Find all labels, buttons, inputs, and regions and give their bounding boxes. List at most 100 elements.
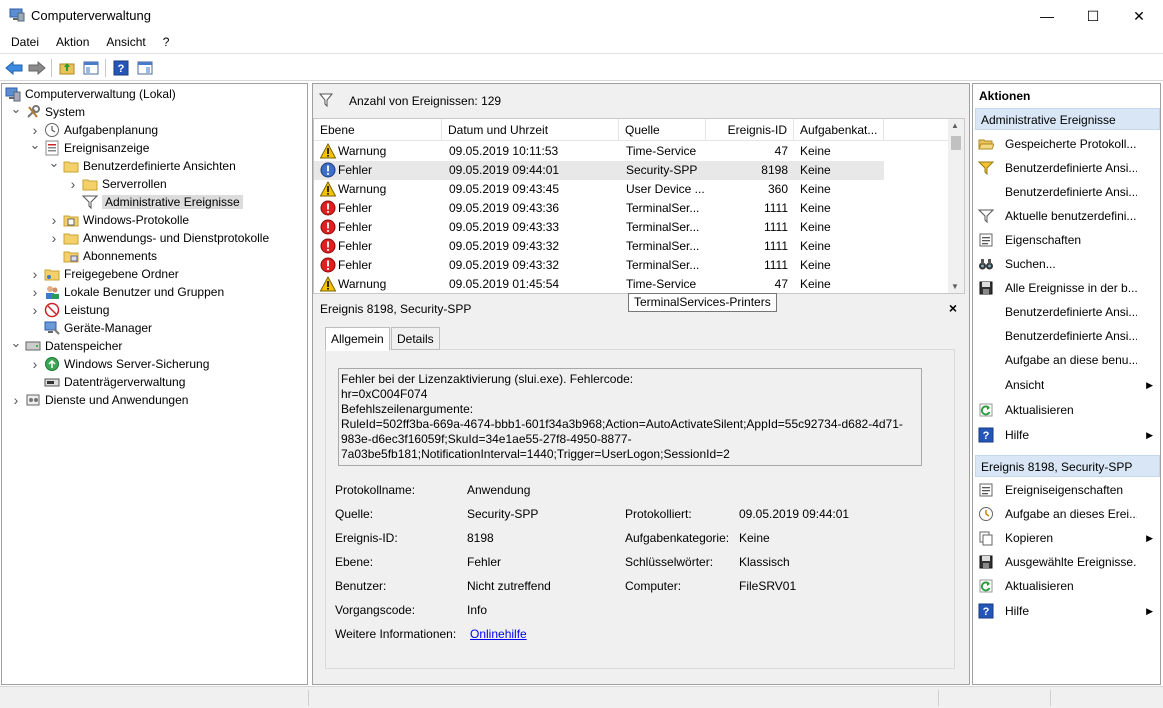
- event-list-scrollbar[interactable]: ▲ ▼: [948, 119, 964, 293]
- tree-item[interactable]: › Windows-Protokolle: [47, 211, 189, 229]
- action-item[interactable]: Alle Ereignisse in der b...: [977, 277, 1159, 299]
- tree-item[interactable]: Datenträgerverwaltung: [28, 373, 185, 391]
- collapsed-chevron-icon[interactable]: ›: [47, 230, 61, 246]
- table-row[interactable]: Fehler 09.05.2019 09:43:32 TerminalSer... 1…: [314, 237, 884, 256]
- event-list[interactable]: Ebene Datum und Uhrzeit Quelle Ereignis-…: [313, 118, 965, 294]
- column-ereignis-id[interactable]: Ereignis-ID: [706, 119, 794, 141]
- tree-item[interactable]: › Windows Server-Sicherung: [28, 355, 210, 373]
- expanded-chevron-icon[interactable]: ⌄: [9, 101, 23, 116]
- actions-section-event[interactable]: Ereignis 8198, Security-SPP: [975, 455, 1160, 477]
- tree-item[interactable]: › Aufgabenplanung: [28, 121, 158, 139]
- close-window-button[interactable]: ✕: [1116, 0, 1162, 32]
- collapsed-chevron-icon[interactable]: ›: [28, 302, 42, 318]
- tree-item[interactable]: › Freigegebene Ordner: [28, 265, 179, 283]
- menu-datei[interactable]: Datei: [0, 32, 47, 53]
- value-vorgangscode: Info: [467, 603, 488, 617]
- action-item[interactable]: Gespeicherte Protokoll...: [977, 133, 1159, 155]
- scroll-down-icon[interactable]: ▼: [951, 282, 959, 291]
- tree-item[interactable]: › Anwendungs- und Dienstprotokolle: [47, 229, 269, 247]
- tree-item[interactable]: › Lokale Benutzer und Gruppen: [28, 283, 224, 301]
- action-item[interactable]: Benutzerdefinierte Ansi...: [977, 157, 1159, 179]
- action-item[interactable]: ? Hilfe ▶: [977, 424, 1159, 446]
- action-item[interactable]: Benutzerdefinierte Ansi...: [977, 325, 1159, 347]
- collapsed-chevron-icon[interactable]: ›: [66, 176, 80, 192]
- action-item[interactable]: Ansicht ▶: [977, 374, 1159, 396]
- menu-help[interactable]: ?: [154, 32, 178, 53]
- value-aufgabenkategorie: Keine: [739, 531, 770, 545]
- action-item[interactable]: Aufgabe an dieses Erei...: [977, 503, 1159, 525]
- event-message[interactable]: Fehler bei der Lizenzaktivierung (slui.e…: [338, 368, 922, 466]
- show-action-pane-icon[interactable]: [135, 58, 155, 78]
- action-item[interactable]: Aktualisieren: [977, 575, 1159, 597]
- collapsed-chevron-icon[interactable]: ›: [28, 266, 42, 282]
- tree-item[interactable]: Administrative Ereignisse: [66, 193, 243, 211]
- action-item[interactable]: Suchen...: [977, 253, 1159, 275]
- column-ebene[interactable]: Ebene: [314, 119, 442, 141]
- maximize-button[interactable]: ☐: [1070, 0, 1116, 32]
- tree-item[interactable]: Computerverwaltung (Lokal): [5, 85, 176, 103]
- table-row[interactable]: Fehler 09.05.2019 09:43:32 TerminalSer... 1…: [314, 256, 884, 275]
- scroll-up-icon[interactable]: ▲: [951, 121, 959, 130]
- collapsed-chevron-icon[interactable]: ›: [28, 356, 42, 372]
- column-datum[interactable]: Datum und Uhrzeit: [442, 119, 619, 141]
- action-item-label: Benutzerdefinierte Ansi...: [1005, 329, 1137, 343]
- action-item[interactable]: Aktuelle benutzerdefini...: [977, 205, 1159, 227]
- action-item[interactable]: Benutzerdefinierte Ansi...: [977, 181, 1159, 203]
- action-item[interactable]: ? Hilfe ▶: [977, 600, 1159, 622]
- warning-icon: [319, 180, 337, 197]
- forward-icon[interactable]: [27, 58, 47, 78]
- menu-ansicht[interactable]: Ansicht: [97, 32, 153, 53]
- collapsed-chevron-icon[interactable]: ›: [47, 212, 61, 228]
- column-aufgabenkategorie[interactable]: Aufgabenkat...: [794, 119, 884, 141]
- table-row[interactable]: Warnung 09.05.2019 10:11:53 Time-Service 47…: [314, 142, 884, 161]
- action-item-label: Alle Ereignisse in der b...: [1005, 281, 1137, 295]
- table-row[interactable]: Fehler 09.05.2019 09:43:33 TerminalSer... 1…: [314, 218, 884, 237]
- expanded-chevron-icon[interactable]: ⌄: [9, 335, 23, 350]
- subscription-icon: [63, 248, 79, 264]
- table-row[interactable]: Fehler 09.05.2019 09:44:01 Security-SPP 819…: [314, 161, 884, 180]
- cell-source: User Device ...: [626, 182, 705, 196]
- collapsed-chevron-icon[interactable]: ›: [28, 122, 42, 138]
- tab-details[interactable]: Details: [391, 327, 440, 350]
- expanded-chevron-icon[interactable]: ⌄: [28, 137, 42, 152]
- action-item[interactable]: Aktualisieren: [977, 399, 1159, 421]
- actions-section-view[interactable]: Administrative Ereignisse: [975, 108, 1160, 130]
- detail-close-button[interactable]: ×: [949, 300, 957, 316]
- tab-allgemein[interactable]: Allgemein: [325, 327, 390, 351]
- scroll-thumb[interactable]: [951, 136, 961, 150]
- folder-icon: [63, 230, 79, 246]
- table-row[interactable]: Warnung 09.05.2019 01:45:54 Time-Service 47…: [314, 275, 884, 294]
- minimize-button[interactable]: —: [1024, 0, 1070, 32]
- error-icon: [320, 219, 336, 235]
- up-folder-icon[interactable]: [57, 58, 77, 78]
- tree-item[interactable]: Geräte-Manager: [28, 319, 152, 337]
- action-item[interactable]: Ereigniseigenschaften: [977, 479, 1159, 501]
- tree-item[interactable]: ⌄ Datenspeicher: [9, 335, 123, 355]
- tree-item[interactable]: › Leistung: [28, 301, 110, 319]
- tree-item[interactable]: ⌄ Benutzerdefinierte Ansichten: [47, 155, 236, 175]
- tree-item[interactable]: ⌄ Ereignisanzeige: [28, 137, 149, 157]
- action-item[interactable]: Kopieren ▶: [977, 527, 1159, 549]
- collapsed-chevron-icon[interactable]: ›: [9, 392, 23, 408]
- tree-item[interactable]: Abonnements: [47, 247, 157, 265]
- action-item[interactable]: Ausgewählte Ereignisse...: [977, 551, 1159, 573]
- onlinehilfe-link[interactable]: Onlinehilfe: [470, 627, 527, 641]
- cell-task: Keine: [800, 163, 831, 177]
- tree-item[interactable]: › Serverrollen: [66, 175, 167, 193]
- action-item[interactable]: Eigenschaften: [977, 229, 1159, 251]
- menu-aktion[interactable]: Aktion: [47, 32, 97, 53]
- help-icon[interactable]: ?: [111, 58, 131, 78]
- tree-item[interactable]: ⌄ System: [9, 101, 85, 121]
- submenu-arrow-icon: ▶: [1146, 532, 1153, 543]
- tree-item[interactable]: › Dienste und Anwendungen: [9, 391, 189, 409]
- back-icon[interactable]: [4, 58, 24, 78]
- action-item[interactable]: Benutzerdefinierte Ansi...: [977, 301, 1159, 323]
- table-row[interactable]: Fehler 09.05.2019 09:43:36 TerminalSer... 1…: [314, 199, 884, 218]
- expanded-chevron-icon[interactable]: ⌄: [47, 155, 61, 170]
- label-weitere-informationen: Weitere Informationen:: [335, 627, 457, 641]
- collapsed-chevron-icon[interactable]: ›: [28, 284, 42, 300]
- table-row[interactable]: Warnung 09.05.2019 09:43:45 User Device ..…: [314, 180, 884, 199]
- column-quelle[interactable]: Quelle: [619, 119, 706, 141]
- action-item[interactable]: Aufgabe an diese benu...: [977, 349, 1159, 371]
- show-hide-tree-icon[interactable]: [81, 58, 101, 78]
